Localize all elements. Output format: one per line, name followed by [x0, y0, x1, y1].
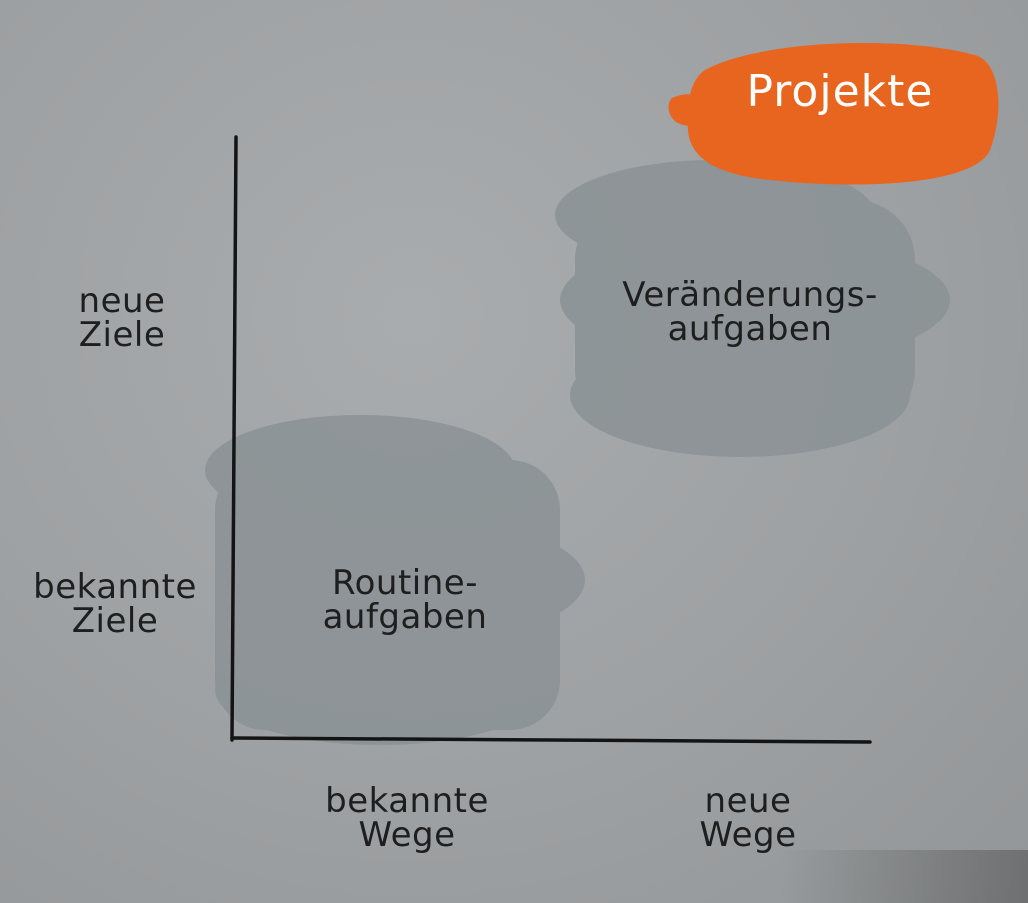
x-label-new-ways-line1: neue — [704, 781, 792, 821]
y-label-new-goals: neue Ziele — [62, 284, 182, 352]
edge-shadow — [780, 850, 1028, 903]
change-tasks-line1: Veränderungs- — [622, 275, 878, 315]
y-label-new-goals-line2: Ziele — [78, 315, 166, 355]
x-label-new-ways-line2: Wege — [699, 815, 797, 855]
routine-tasks-line1: Routine- — [332, 563, 478, 603]
y-label-new-goals-line1: neue — [78, 281, 166, 321]
change-tasks-line2: aufgaben — [667, 309, 833, 349]
diagram-svg — [205, 43, 999, 745]
routine-tasks-label: Routine- aufgaben — [300, 566, 510, 634]
change-tasks-label: Veränderungs- aufgaben — [595, 278, 905, 346]
x-label-known-ways: bekannte Wege — [312, 784, 502, 852]
x-label-known-ways-line2: Wege — [358, 815, 456, 855]
diagram-canvas: Projekte neue Ziele bekannte Ziele bekan… — [0, 0, 1028, 903]
x-label-known-ways-line1: bekannte — [325, 781, 489, 821]
y-label-known-goals-line2: Ziele — [71, 601, 159, 641]
routine-tasks-line2: aufgaben — [322, 597, 488, 637]
x-label-new-ways: neue Wege — [688, 784, 808, 852]
y-label-known-goals-line1: bekannte — [33, 567, 197, 607]
y-label-known-goals: bekannte Ziele — [20, 570, 210, 638]
projects-title: Projekte — [746, 66, 934, 117]
